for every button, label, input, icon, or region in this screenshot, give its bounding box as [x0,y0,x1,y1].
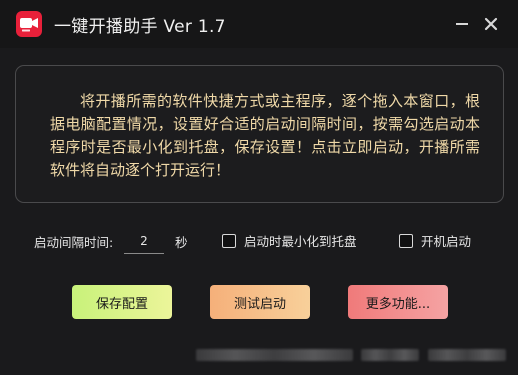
video-camera-icon [16,11,42,37]
more-features-button[interactable]: 更多功能... [348,285,448,319]
close-button[interactable] [481,14,501,34]
test-launch-button[interactable]: 测试启动 [210,285,310,319]
minimize-to-tray-checkbox[interactable]: 启动时最小化到托盘 [222,231,357,250]
close-icon [484,17,498,31]
autostart-label: 开机启动 [421,234,472,249]
checkbox-box[interactable] [399,233,413,248]
interval-input[interactable] [124,228,164,254]
checkbox-box[interactable] [222,233,236,248]
title-bar: 一键开播助手 Ver 1.7 [0,0,518,48]
autostart-checkbox[interactable]: 开机启动 [399,231,471,250]
window-title: 一键开播助手 Ver 1.7 [54,17,226,37]
interval-label: 启动间隔时间: [34,235,114,250]
instructions-text: 将开播所需的软件快捷方式或主程序，逐个拖入本窗口，根据电脑配置情况，设置好合适的… [50,92,480,179]
interval-unit-label: 秒 [175,235,188,250]
save-config-button[interactable]: 保存配置 [72,285,172,319]
minimize-icon [456,23,468,25]
minimize-to-tray-label: 启动时最小化到托盘 [244,234,357,249]
drop-zone[interactable]: 将开播所需的软件快捷方式或主程序，逐个拖入本窗口，根据电脑配置情况，设置好合适的… [15,65,504,203]
footer-blurred-text [196,349,353,361]
footer-blurred-text [361,349,419,361]
minimize-button[interactable] [452,14,472,34]
footer-blurred-text [428,349,506,361]
